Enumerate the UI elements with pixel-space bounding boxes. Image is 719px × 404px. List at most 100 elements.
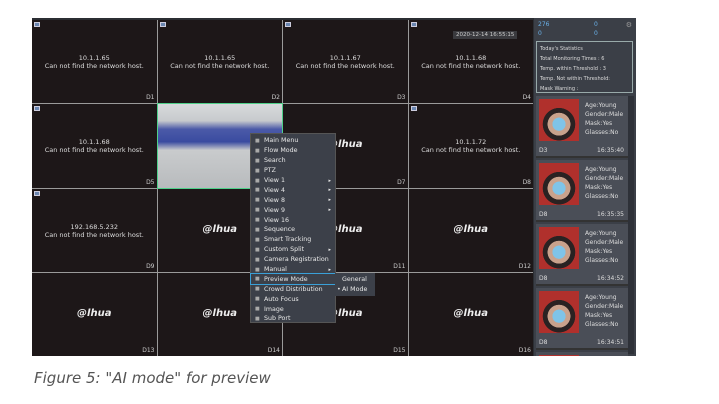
tile-ip: 10.1.1.67 <box>329 54 361 62</box>
face-time: 16:34:51 <box>597 339 624 346</box>
tile-error: Can not find the network host. <box>44 146 144 155</box>
view1-icon: ■ <box>255 177 260 184</box>
menu-item-home[interactable]: ■ Main Menu <box>251 136 335 146</box>
tile-error: Can not find the network host. <box>421 146 521 155</box>
face-card[interactable]: Age:Young Gender:Male Mask:Yes Glasses:No D8… <box>536 160 628 222</box>
menu-item-crowd[interactable]: ■ Crowd Distribution <box>251 284 335 294</box>
menu-item-ptz[interactable]: ■ PTZ <box>251 166 335 176</box>
camera-tile[interactable]: 10.1.1.67 Can not find the network host. D… <box>283 20 408 104</box>
vehicle-count: 0 <box>538 30 542 37</box>
tracking-icon: ■ <box>255 236 260 243</box>
camera-icon <box>159 22 166 27</box>
camera-tile[interactable]: 192.168.5.232 Can not find the network ho… <box>32 188 157 272</box>
camera-icon <box>34 22 40 27</box>
tile-message: 10.1.1.65 Can not find the network host. <box>32 54 157 70</box>
channel-label: D14 <box>267 347 280 354</box>
channel-label: D13 <box>142 347 155 354</box>
channel-label: D3 <box>397 94 406 102</box>
menu-item-preview[interactable]: ■ Preview Mode <box>250 273 336 286</box>
face-age: Age:Young <box>585 166 617 173</box>
face-card[interactable]: Age:Young Gender:Male Mask:Yes Glasses:No D8… <box>536 224 628 286</box>
menu-item-view1[interactable]: ■ View 1 ▸ <box>251 176 335 186</box>
face-channel: D8 <box>539 275 548 282</box>
camera-tile[interactable]: 10.1.1.68 Can not find the network host. D… <box>32 104 157 188</box>
search-icon: ■ <box>255 157 260 164</box>
menu-item-label: View 4 <box>264 186 285 194</box>
menu-item-view4[interactable]: ■ View 4 ▸ <box>251 185 335 195</box>
channel-label: D2 <box>271 94 280 102</box>
camera-tile[interactable]: 10.1.1.65 Can not find the network host. D… <box>32 20 157 104</box>
menu-item-label: Smart Tracking <box>264 236 312 244</box>
tile-message: 10.1.1.72 Can not find the network host. <box>409 138 534 154</box>
face-thumbnail <box>539 291 579 333</box>
submenu-arrow-icon: ▸ <box>328 197 331 204</box>
face-card[interactable]: Age:Young Gender:Male Mask:Yes Glasses:No D8… <box>536 288 628 350</box>
port-icon: ■ <box>255 315 260 322</box>
menu-item-label: Custom Split <box>264 246 305 254</box>
tile-error: Can not find the network host. <box>170 62 270 70</box>
menu-item-label: View 16 <box>264 216 289 224</box>
face-glasses: Glasses:No <box>585 321 619 328</box>
face-card[interactable]: Age:Young <box>536 352 628 356</box>
menu-item-image[interactable]: ■ Image <box>251 304 335 314</box>
submenu-item[interactable]: General <box>335 275 375 285</box>
view16-icon: ■ <box>255 217 260 224</box>
menu-item-search[interactable]: ■ Search <box>251 156 335 166</box>
submenu-arrow-icon: ▸ <box>328 177 331 184</box>
ptz-icon: ■ <box>255 167 260 174</box>
face-time: 16:35:35 <box>597 211 624 218</box>
menu-item-tracking[interactable]: ■ Smart Tracking <box>251 235 335 245</box>
dahua-logo: @lhua <box>453 223 488 235</box>
face-card[interactable]: Age:Young Gender:Male Mask:Yes Glasses:No D3… <box>536 96 628 158</box>
stats-title: Today's Statistics <box>540 46 583 52</box>
sequence-icon: ■ <box>255 226 260 233</box>
menu-item-focus[interactable]: ■ Auto Focus <box>251 294 335 304</box>
menu-item-label: Sequence <box>264 226 296 234</box>
menu-item-label: View 1 <box>264 177 285 184</box>
face-mask: Mask:Yes <box>585 184 613 191</box>
tile-error: Can not find the network host. <box>44 62 144 70</box>
menu-item-split[interactable]: ■ Custom Split ▸ <box>251 245 335 255</box>
submenu-arrow-icon: ▸ <box>328 207 331 214</box>
camera-tile[interactable]: 10.1.1.65 Can not find the network host. D… <box>157 20 282 104</box>
face-thumbnail <box>539 355 579 356</box>
menu-item-view16[interactable]: ■ View 16 <box>251 215 335 225</box>
camera-tile[interactable]: @lhua D12 <box>408 188 533 272</box>
view8-icon: ■ <box>255 197 260 204</box>
face-age: Age:Young <box>585 294 617 301</box>
face-gender: Gender:Male <box>585 175 624 182</box>
channel-label: D8 <box>522 178 531 186</box>
gear-icon[interactable]: ⚙ <box>626 21 632 29</box>
channel-label: D4 <box>522 94 531 102</box>
camera-tile[interactable]: 10.1.1.72 Can not find the network host. D… <box>408 104 534 188</box>
tile-message: 10.1.1.68 Can not find the network host. <box>32 138 157 154</box>
tile-ip: 192.168.5.232 <box>70 222 119 231</box>
camera-tile[interactable]: @lhua D13 <box>32 272 157 356</box>
face-list-scrollbar[interactable] <box>628 96 634 354</box>
menu-item-port[interactable]: ■ Sub Port <box>251 314 335 324</box>
menu-item-label: Flow Mode <box>264 147 298 155</box>
crowd-icon: ■ <box>255 286 260 293</box>
menu-item-camera[interactable]: ■ Camera Registration <box>251 255 335 265</box>
face-mask: Mask:Yes <box>585 248 613 255</box>
face-time: 16:35:40 <box>597 147 624 154</box>
submenu-item[interactable]: • AI Mode <box>335 285 375 295</box>
camera-tile[interactable]: @lhua D16 <box>408 272 533 356</box>
menu-item-flow[interactable]: ■ Flow Mode <box>251 146 335 156</box>
menu-item-sequence[interactable]: ■ Sequence <box>251 225 335 235</box>
menu-item-label: View 8 <box>264 196 285 204</box>
face-channel: D3 <box>539 147 548 154</box>
view9-icon: ■ <box>255 207 260 214</box>
submenu-item-label: AI Mode <box>342 286 368 294</box>
menu-item-view8[interactable]: ■ View 8 ▸ <box>251 195 335 205</box>
face-age: Age:Young <box>585 230 617 237</box>
ai-sidebar: 276 0 0 0 ⚙ Today's Statistics Total Mon… <box>534 18 636 356</box>
channel-label: D11 <box>393 262 406 270</box>
menu-item-view9[interactable]: ■ View 9 ▸ <box>251 205 335 215</box>
image-icon: ■ <box>255 306 260 313</box>
submenu-arrow-icon: ▸ <box>328 246 331 253</box>
face-glasses: Glasses:No <box>585 257 619 264</box>
manual-icon: ■ <box>255 266 260 273</box>
menu-item-manual[interactable]: ■ Manual ▸ <box>251 265 335 275</box>
submenu-arrow-icon: ▸ <box>328 187 331 194</box>
